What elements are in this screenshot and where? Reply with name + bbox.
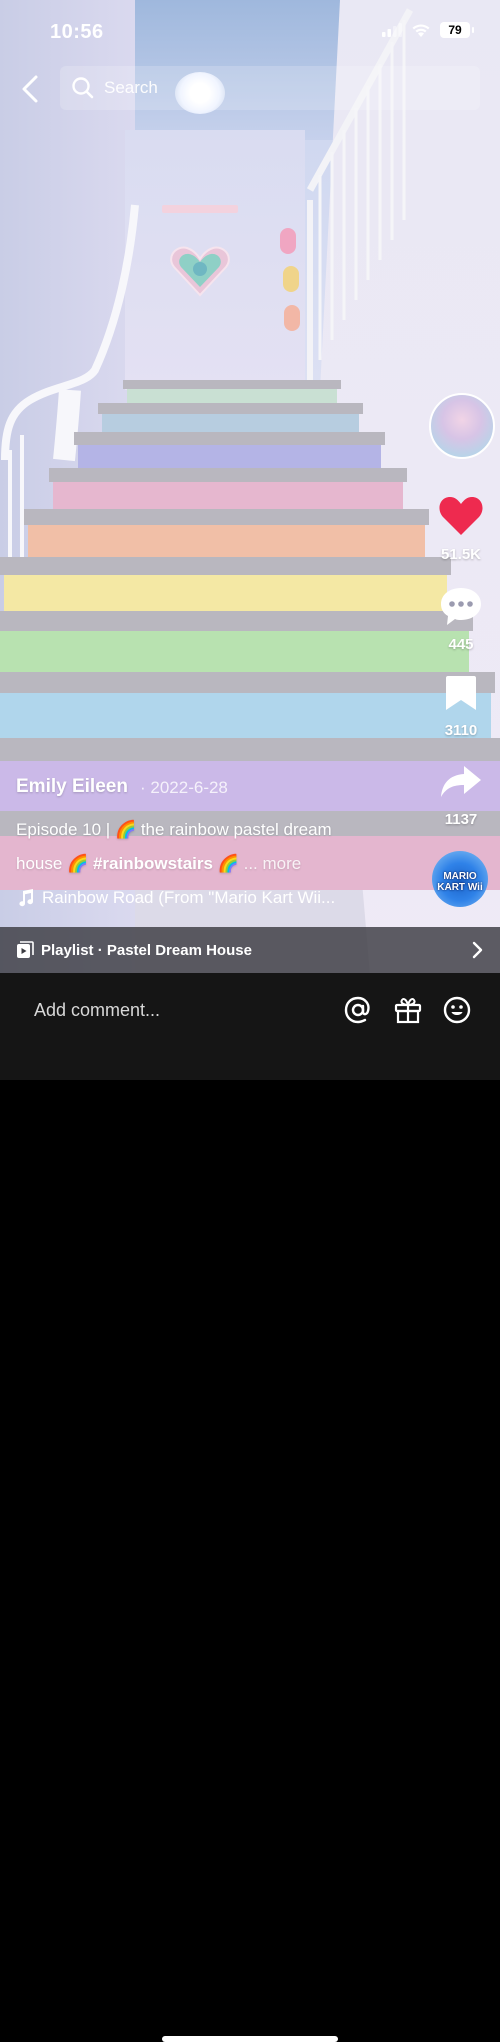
stair-step	[102, 413, 359, 433]
status-time: 10:56	[50, 21, 104, 43]
author-name[interactable]: Emily Eileen	[16, 776, 128, 798]
music-disc[interactable]: MARIO KART Wii	[432, 851, 488, 907]
stair-tread	[0, 611, 473, 631]
mention-icon[interactable]	[343, 995, 373, 1025]
caption-line-1[interactable]: Episode 10 | 🌈 the rainbow pastel dream	[16, 820, 332, 840]
comment-bar	[0, 973, 500, 2042]
wall-heart-yellow	[283, 266, 299, 292]
comment-icon	[441, 588, 481, 625]
wifi-icon	[412, 24, 430, 37]
music-info[interactable]: Rainbow Road (From "Mario Kart Wii...	[18, 888, 335, 908]
caption-text: the rainbow pastel dream	[136, 820, 332, 839]
stair-step	[28, 525, 425, 558]
comment-count: 445	[448, 636, 474, 653]
search-input[interactable]	[102, 77, 406, 99]
rainbow-staircase	[0, 380, 500, 975]
bookmark-icon	[446, 676, 476, 710]
playlist-bar[interactable]: Playlist · Pastel Dream House	[0, 927, 500, 973]
wall-shelf	[162, 205, 238, 213]
playlist-label: Playlist · Pastel Dream House	[41, 941, 252, 959]
music-title: Rainbow Road (From "Mario Kart Wii...	[42, 888, 336, 907]
comment-button[interactable]: 445	[426, 585, 496, 653]
battery-icon: 79	[440, 22, 474, 38]
stair-tread	[73, 432, 385, 445]
share-button[interactable]: 1137	[426, 762, 496, 828]
wall-heart-peach	[284, 305, 300, 331]
stair-tread	[0, 738, 500, 762]
music-note-icon	[19, 889, 34, 907]
rainbow-emoji: 🌈	[67, 854, 89, 873]
save-count: 3110	[444, 722, 478, 739]
disc-label: MARIO KART Wii	[437, 871, 483, 893]
save-button[interactable]: 3110	[426, 673, 496, 739]
creator-avatar[interactable]	[429, 393, 495, 459]
caption-line-2[interactable]: house 🌈 #rainbowstairs 🌈 ... more	[16, 854, 301, 874]
playlist-icon	[17, 941, 34, 958]
stair-tread	[98, 403, 363, 414]
stair-tread	[24, 509, 429, 526]
caption-text: Episode 10 |	[16, 820, 115, 839]
signal-icon	[382, 23, 402, 37]
back-arrow-icon[interactable]	[14, 70, 48, 108]
stair-tread	[0, 557, 451, 576]
comment-input[interactable]	[32, 999, 316, 1022]
right-railing	[306, 8, 414, 380]
emoji-icon[interactable]	[442, 995, 472, 1025]
gift-icon[interactable]	[393, 995, 423, 1025]
stair-step	[127, 389, 337, 403]
caption-text: house	[16, 854, 68, 873]
search-bar[interactable]	[60, 66, 480, 110]
rainbow-emoji: 🌈	[217, 854, 239, 873]
wall-heart-pink	[280, 228, 296, 254]
heart-icon	[439, 497, 483, 535]
stair-tread	[49, 467, 407, 482]
stair-step	[3, 575, 447, 612]
heart-mirror-decoration	[170, 246, 230, 297]
share-count: 1137	[444, 811, 478, 828]
hashtag-link[interactable]: #rainbowstairs	[93, 854, 213, 873]
chevron-right-icon	[472, 941, 483, 959]
stair-step	[77, 444, 381, 468]
post-date: · 2022-6-28	[140, 778, 228, 797]
like-count: 51.5K	[440, 546, 482, 563]
stair-tread	[123, 380, 341, 389]
home-indicator	[162, 2036, 338, 2042]
stair-step	[0, 693, 491, 739]
like-button[interactable]: 51.5K	[426, 495, 496, 563]
stair-step	[53, 482, 403, 510]
share-arrow-icon	[441, 766, 481, 797]
stair-tread	[0, 671, 495, 694]
stair-step	[0, 631, 469, 672]
rainbow-emoji: 🌈	[114, 820, 137, 839]
more-link[interactable]: ... more	[244, 854, 302, 873]
status-icons: 79	[382, 22, 474, 38]
search-icon	[72, 77, 94, 99]
